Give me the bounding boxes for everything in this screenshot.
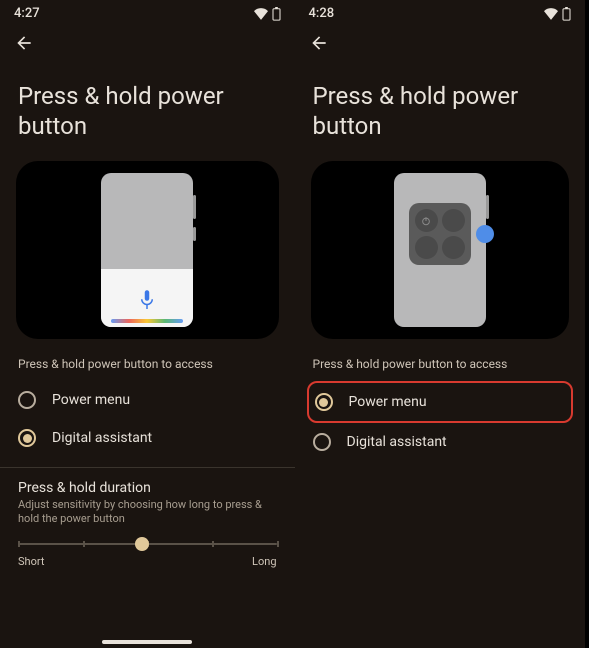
- status-bar: 4:27: [0, 0, 295, 23]
- phone-illustration: [394, 173, 486, 327]
- radio-power-menu[interactable]: Power menu: [0, 381, 295, 419]
- back-icon[interactable]: [14, 33, 34, 53]
- status-bar: 4:28: [295, 0, 586, 23]
- wifi-icon: [544, 8, 558, 20]
- power-menu-illustration: [409, 203, 471, 265]
- back-icon[interactable]: [309, 33, 329, 53]
- assistant-gradient: [111, 319, 183, 323]
- radio-icon: [315, 393, 333, 411]
- page-title: Press & hold power button: [295, 63, 586, 161]
- duration-subtitle: Adjust sensitivity by choosing how long …: [0, 498, 295, 543]
- slider-min-label: Short: [18, 555, 44, 568]
- radio-label: Digital assistant: [347, 434, 447, 450]
- radio-icon: [313, 433, 331, 451]
- clock: 4:28: [309, 6, 335, 21]
- duration-title: Press & hold duration: [0, 480, 295, 498]
- page-title: Press & hold power button: [0, 63, 295, 161]
- divider: [0, 467, 295, 468]
- battery-icon: [562, 7, 571, 21]
- power-press-indicator: [476, 225, 494, 243]
- preview-card: [311, 161, 570, 339]
- section-label: Press & hold power button to access: [0, 357, 295, 381]
- power-icon: [421, 216, 431, 226]
- radio-label: Digital assistant: [52, 430, 152, 446]
- assistant-panel: [101, 269, 193, 327]
- radio-label: Power menu: [349, 394, 427, 410]
- radio-power-menu[interactable]: Power menu: [307, 381, 574, 423]
- nav-pill[interactable]: [102, 640, 192, 644]
- battery-icon: [272, 7, 281, 21]
- preview-card: [16, 161, 279, 339]
- radio-digital-assistant[interactable]: Digital assistant: [295, 423, 586, 461]
- radio-icon: [18, 391, 36, 409]
- radio-digital-assistant[interactable]: Digital assistant: [0, 419, 295, 457]
- section-label: Press & hold power button to access: [295, 357, 586, 381]
- duration-slider[interactable]: [0, 543, 295, 545]
- phone-illustration: [101, 173, 193, 327]
- radio-label: Power menu: [52, 392, 130, 408]
- radio-icon: [18, 429, 36, 447]
- slider-max-label: Long: [252, 555, 276, 568]
- mic-icon: [138, 288, 156, 312]
- wifi-icon: [254, 8, 268, 20]
- clock: 4:27: [14, 6, 40, 21]
- slider-thumb[interactable]: [135, 537, 149, 551]
